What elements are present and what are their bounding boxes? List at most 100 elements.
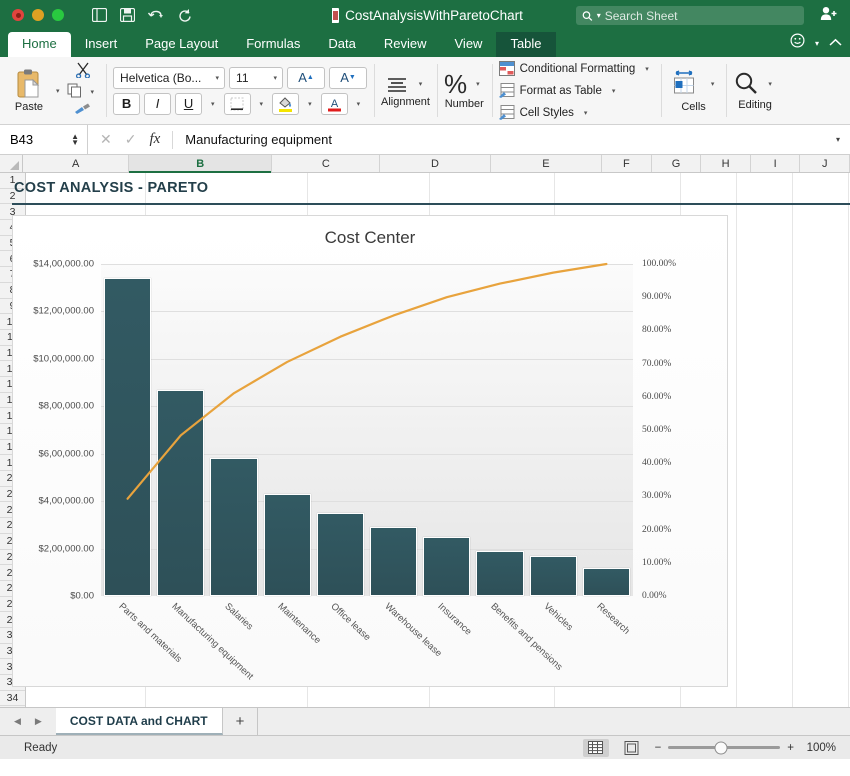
search-sheet-box[interactable]: ▾ [576,6,804,25]
column-header-h[interactable]: H [701,155,751,172]
fill-color-button[interactable] [272,93,299,115]
tab-insert[interactable]: Insert [71,32,132,57]
fill-color-dropdown-caret[interactable]: ▾ [303,100,317,108]
column-header-a[interactable]: A [23,155,129,172]
ribbon-group-alignment[interactable]: ▾ Alignment [374,57,437,124]
ribbon-group-cells[interactable]: ▾ Cells [661,57,727,124]
copy-icon[interactable] [67,83,82,101]
normal-view-button[interactable] [583,739,609,757]
tab-formulas[interactable]: Formulas [232,32,314,57]
cells-dropdown-caret[interactable]: ▾ [706,80,720,88]
copy-dropdown-caret[interactable]: ▾ [86,88,100,96]
tab-review[interactable]: Review [370,32,441,57]
font-size-select[interactable]: 11 ▾ [229,67,283,89]
conditional-formatting-button[interactable]: Conditional Formatting ▾ [499,59,654,79]
tab-data[interactable]: Data [314,32,369,57]
paste-dropdown-caret[interactable]: ▾ [51,87,65,95]
ribbon-group-clipboard: Paste ▾ ▾ [0,57,106,124]
add-sheet-button[interactable]: + [223,708,259,735]
collapse-ribbon-icon[interactable] [829,34,842,52]
x-axis-category-label: Research [595,601,632,637]
window-controls[interactable] [12,9,64,21]
column-header-j[interactable]: J [800,155,850,172]
column-header-f[interactable]: F [602,155,652,172]
column-header-c[interactable]: C [272,155,380,172]
close-window-button[interactable] [12,9,24,21]
underline-button[interactable]: U [175,93,202,115]
number-dropdown-caret[interactable]: ▾ [471,80,485,88]
name-box-spinner[interactable]: ▲▼ [71,134,79,146]
sheet-tab-bar: ◀ ▶ COST DATA and CHART + [0,707,850,735]
zoom-knob[interactable] [714,741,727,754]
font-color-button[interactable]: A [321,93,348,115]
feedback-caret-icon[interactable]: ▾ [815,39,819,48]
secondary-y-axis-tick-label: 0.00% [642,591,667,601]
previous-sheet-icon[interactable]: ◀ [14,716,21,727]
tab-view[interactable]: View [441,32,497,57]
redo-icon[interactable] [178,8,192,22]
decrease-font-size-button[interactable]: A▼ [329,67,367,89]
select-all-corner[interactable] [0,155,23,172]
smiley-feedback-icon[interactable] [790,33,805,53]
number-label: Number [445,98,484,110]
search-input[interactable] [605,9,798,23]
paste-icon [14,68,44,100]
tab-page-layout[interactable]: Page Layout [131,32,232,57]
bold-button[interactable]: B [113,93,140,115]
next-sheet-icon[interactable]: ▶ [35,716,42,727]
font-size-caret-icon[interactable]: ▾ [269,74,283,82]
cell-styles-caret[interactable]: ▾ [579,109,593,117]
page-layout-view-button[interactable] [619,739,645,757]
save-icon[interactable] [120,8,135,22]
insert-function-icon[interactable]: fx [149,131,160,148]
share-add-user-button[interactable] [820,6,838,26]
sheet-tab-cost-data-and-chart[interactable]: COST DATA and CHART [56,708,223,735]
borders-button[interactable] [224,93,251,115]
format-as-table-caret[interactable]: ▾ [607,87,621,95]
column-header-b[interactable]: B [129,155,272,172]
maximize-window-button[interactable] [52,9,64,21]
alignment-dropdown-caret[interactable]: ▾ [414,80,428,88]
font-color-icon: A [327,96,342,112]
sidebar-icon[interactable] [92,8,107,22]
minimize-window-button[interactable] [32,9,44,21]
pareto-cumulative-line[interactable] [101,264,633,596]
borders-dropdown-caret[interactable]: ▾ [255,100,269,108]
format-painter-icon[interactable] [74,103,91,119]
font-color-dropdown-caret[interactable]: ▾ [352,100,366,108]
y-axis-tick-label: $10,00,000.00 [33,353,94,364]
format-as-table-button[interactable]: Format as Table ▾ [499,81,654,101]
italic-button[interactable]: I [144,93,171,115]
underline-dropdown-caret[interactable]: ▾ [206,100,220,108]
formula-accept-button[interactable]: ✓ [125,131,137,148]
tab-table[interactable]: Table [496,32,555,57]
font-name-caret-icon[interactable]: ▾ [211,74,225,82]
formula-cancel-button[interactable]: ✕ [100,131,112,148]
conditional-formatting-caret[interactable]: ▾ [640,65,654,73]
paste-button[interactable]: Paste [7,68,51,113]
column-header-i[interactable]: I [751,155,801,172]
increase-font-size-button[interactable]: A▲ [287,67,325,89]
cell-styles-icon [499,105,515,120]
column-header-d[interactable]: D [380,155,491,172]
scissors-icon[interactable] [75,62,91,81]
zoom-in-button[interactable]: + [787,742,794,754]
tab-home[interactable]: Home [8,32,71,57]
cell-styles-button[interactable]: Cell Styles ▾ [499,103,654,123]
zoom-track[interactable] [668,746,780,749]
undo-icon[interactable] [148,9,165,22]
ribbon-group-number[interactable]: % ▾ Number [437,57,492,124]
pareto-chart[interactable]: Cost Center $0.00$2,00,000.00$4,00,000.0… [12,215,728,687]
formula-input[interactable]: Manufacturing equipment [173,132,332,147]
column-header-e[interactable]: E [491,155,602,172]
name-box[interactable]: B43 ▲▼ [0,125,88,155]
expand-formula-bar-caret-icon[interactable]: ▾ [836,135,850,144]
zoom-out-button[interactable]: − [655,742,662,754]
editing-dropdown-caret[interactable]: ▾ [763,80,777,88]
zoom-slider[interactable]: − + [655,742,794,754]
ribbon: Paste ▾ ▾ Helvetica (Bo... ▾ [0,57,850,125]
font-name-select[interactable]: Helvetica (Bo... ▾ [113,67,225,89]
column-header-g[interactable]: G [652,155,702,172]
row-header-34[interactable]: 34 [0,691,25,707]
ribbon-group-editing[interactable]: ▾ Editing [726,57,784,124]
